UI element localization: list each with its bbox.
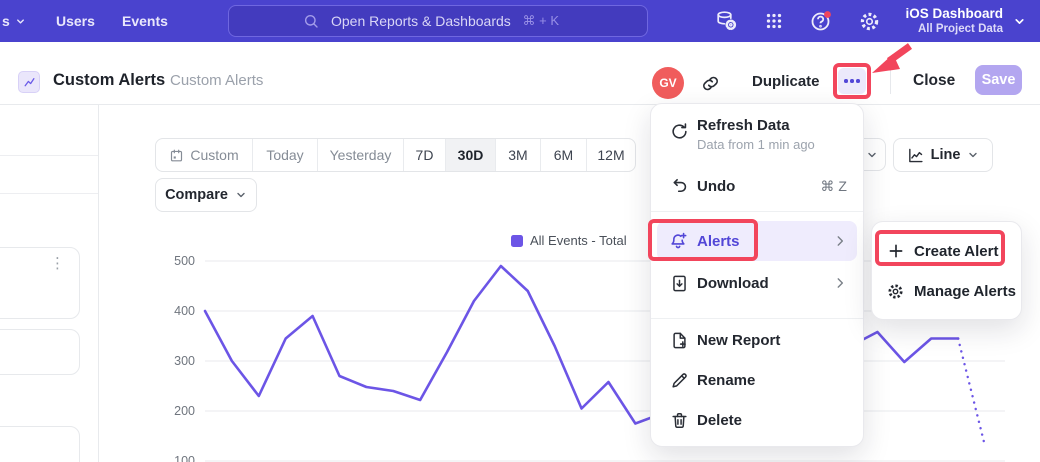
date-range-3m[interactable]: 3M <box>495 139 540 171</box>
trash-icon <box>669 410 689 430</box>
date-range-custom[interactable]: Custom <box>156 139 252 171</box>
search-shortcut: ⌘ + K <box>523 13 560 29</box>
line-chart-icon <box>907 147 924 164</box>
more-options-button[interactable] <box>838 68 866 94</box>
page-title: Custom Alerts <box>53 71 165 90</box>
nav-item-events[interactable]: Events <box>122 0 168 42</box>
gear-icon <box>886 282 905 301</box>
chart-legend: All Events - Total <box>511 233 627 248</box>
card-overflow-menu[interactable]: ⋮ <box>50 260 65 267</box>
legend-swatch <box>511 235 523 247</box>
pencil-icon <box>669 370 689 390</box>
copy-link-icon[interactable] <box>699 72 721 94</box>
sidebar-row-divider <box>0 155 98 156</box>
date-range-control: Custom Today Yesterday 7D 30D 3M 6M 12M <box>155 138 636 172</box>
date-range-30d-active[interactable]: 30D <box>445 139 495 171</box>
svg-text:200: 200 <box>174 404 195 418</box>
sidebar-row-divider <box>0 193 98 194</box>
help-icon[interactable] <box>807 7 835 35</box>
menu-item-refresh-data[interactable]: Refresh Data Data from 1 min ago <box>657 113 857 161</box>
menu-item-alerts[interactable]: Alerts <box>657 221 857 261</box>
new-report-icon <box>669 330 689 350</box>
chevron-right-icon <box>833 234 847 248</box>
download-icon <box>669 273 689 293</box>
undo-icon <box>669 176 689 196</box>
compare-button[interactable]: Compare <box>155 178 257 212</box>
alerts-submenu: Create Alert Manage Alerts <box>871 221 1022 320</box>
legend-label: All Events - Total <box>530 233 627 248</box>
svg-text:500: 500 <box>174 254 195 268</box>
plus-icon <box>886 242 905 261</box>
project-switcher[interactable]: iOS Dashboard All Project Data <box>905 0 1026 42</box>
submenu-item-manage-alerts[interactable]: Manage Alerts <box>878 271 1015 311</box>
breadcrumb: Custom Alerts <box>170 72 263 89</box>
chevron-down-icon <box>866 149 878 161</box>
top-navbar: s Users Events Open Reports & Dashboards… <box>0 0 1040 42</box>
chevron-down-icon <box>1013 15 1026 28</box>
refresh-icon <box>669 121 689 141</box>
menu-item-delete[interactable]: Delete <box>657 400 857 440</box>
report-type-icon <box>18 71 40 93</box>
nav-item-users[interactable]: Users <box>56 0 95 42</box>
date-range-7d[interactable]: 7D <box>403 139 445 171</box>
menu-separator <box>651 211 863 212</box>
sidebar-card[interactable] <box>0 247 80 319</box>
chart-type-button[interactable]: Line <box>893 138 993 172</box>
date-range-12m[interactable]: 12M <box>586 139 635 171</box>
apps-grid-icon[interactable] <box>760 7 788 35</box>
svg-text:300: 300 <box>174 354 195 368</box>
project-scope: All Project Data <box>905 22 1003 36</box>
calendar-icon <box>169 148 184 163</box>
close-button[interactable]: Close <box>913 72 955 90</box>
chevron-right-icon <box>833 276 847 290</box>
svg-text:400: 400 <box>174 304 195 318</box>
app-window: s Users Events Open Reports & Dashboards… <box>0 0 1040 462</box>
avatar[interactable]: GV <box>652 67 684 99</box>
submenu-item-create-alert[interactable]: Create Alert <box>878 231 1015 271</box>
data-management-icon[interactable] <box>712 7 740 35</box>
shortcut-label: ⌘ Z <box>821 178 847 195</box>
sidebar-card[interactable] <box>0 329 80 375</box>
chevron-down-icon <box>967 149 979 161</box>
nav-item-truncated[interactable]: s <box>2 0 26 42</box>
project-name: iOS Dashboard <box>905 6 1003 22</box>
menu-item-undo[interactable]: Undo ⌘ Z <box>657 166 857 206</box>
menu-separator <box>651 318 863 319</box>
menu-item-new-report[interactable]: New Report <box>657 320 857 360</box>
nav-item-label: s <box>2 13 10 29</box>
settings-gear-icon[interactable] <box>855 7 883 35</box>
menu-item-rename[interactable]: Rename <box>657 360 857 400</box>
alert-bell-icon <box>669 231 689 251</box>
save-button[interactable]: Save <box>975 65 1022 95</box>
date-range-yesterday[interactable]: Yesterday <box>317 139 403 171</box>
date-range-today[interactable]: Today <box>252 139 317 171</box>
svg-text:100: 100 <box>174 454 195 462</box>
search-icon <box>303 13 319 29</box>
sidebar-divider <box>98 104 99 462</box>
date-range-6m[interactable]: 6M <box>540 139 586 171</box>
sidebar-card[interactable] <box>0 426 80 462</box>
more-options-menu: Refresh Data Data from 1 min ago Undo ⌘ … <box>650 103 864 447</box>
duplicate-button[interactable]: Duplicate <box>752 73 820 90</box>
chevron-down-icon <box>235 189 247 201</box>
global-search-input[interactable]: Open Reports & Dashboards ⌘ + K <box>228 5 648 37</box>
menu-item-download[interactable]: Download <box>657 263 857 303</box>
search-placeholder: Open Reports & Dashboards <box>331 13 511 29</box>
header-divider <box>890 66 891 94</box>
chevron-down-icon <box>15 16 26 27</box>
